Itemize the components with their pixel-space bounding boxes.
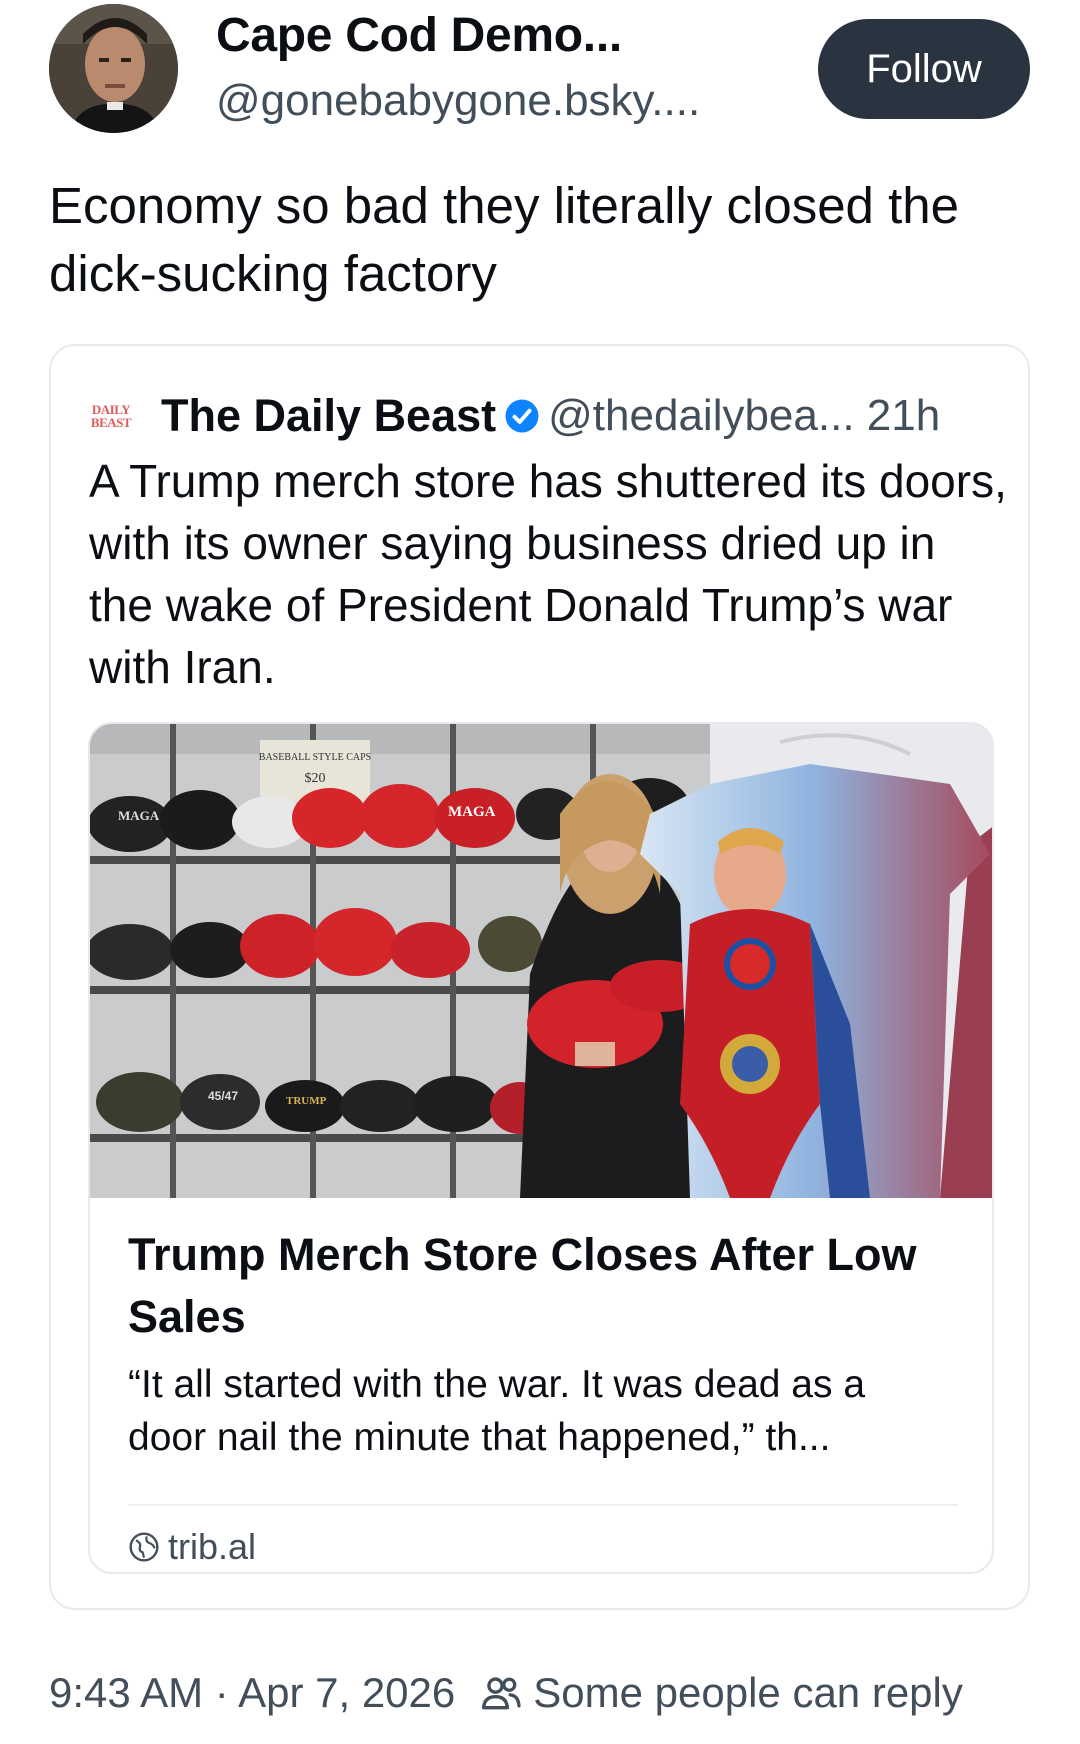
follow-button[interactable]: Follow [818, 19, 1030, 119]
link-domain-text: trib.al [168, 1526, 257, 1567]
link-thumbnail-image: BASEBALL STYLE CAPS $20 MAGA MAGA 45/47 [90, 724, 992, 1198]
quoted-author-name[interactable]: The Daily Beast [161, 390, 496, 442]
link-description: “It all started with the war. It was dea… [128, 1363, 866, 1459]
thumb-cap-label-4: TRUMP [286, 1095, 327, 1107]
quoted-handle-time: @thedailybea... 21h [548, 391, 941, 440]
logo-text-bottom: BEAST [90, 415, 132, 430]
thumb-cap-label-2: MAGA [448, 804, 496, 820]
avatar[interactable] [49, 4, 178, 133]
quoted-post-header: DAILY BEAST The Daily Beast @thedailybea… [89, 388, 1009, 444]
people-icon [482, 1677, 521, 1710]
globe-icon [129, 1532, 159, 1562]
post-timestamp[interactable]: 9:43 AM · Apr 7, 2026 [49, 1669, 455, 1717]
author-handle[interactable]: @gonebabygone.bsky.... [216, 76, 700, 126]
reply-setting[interactable]: Some people can reply [533, 1669, 963, 1717]
thumb-cap-label-3: 45/47 [208, 1089, 238, 1103]
avatar-image [49, 4, 178, 133]
thumb-cap-label-1: MAGA [118, 808, 160, 823]
thumb-sign-line2: $20 [305, 771, 326, 786]
daily-beast-logo[interactable]: DAILY BEAST [89, 394, 133, 438]
link-title[interactable]: Trump Merch Store Closes After Low Sales [128, 1224, 948, 1348]
quoted-post-card[interactable]: DAILY BEAST The Daily Beast @thedailybea… [49, 344, 1030, 1610]
post-text: Economy so bad they literally closed the… [49, 177, 959, 302]
thumb-sign-line1: BASEBALL STYLE CAPS [259, 752, 371, 763]
link-preview-card[interactable]: BASEBALL STYLE CAPS $20 MAGA MAGA 45/47 [88, 722, 994, 1574]
author-name[interactable]: Cape Cod Demo... [216, 8, 622, 63]
link-domain[interactable]: trib.al [128, 1526, 256, 1568]
verified-badge-icon [505, 399, 539, 433]
quoted-post-text: A Trump merch store has shuttered its do… [89, 455, 1007, 693]
post-footer: 9:43 AM · Apr 7, 2026 Some people can re… [49, 1665, 1049, 1721]
link-divider [128, 1504, 958, 1506]
